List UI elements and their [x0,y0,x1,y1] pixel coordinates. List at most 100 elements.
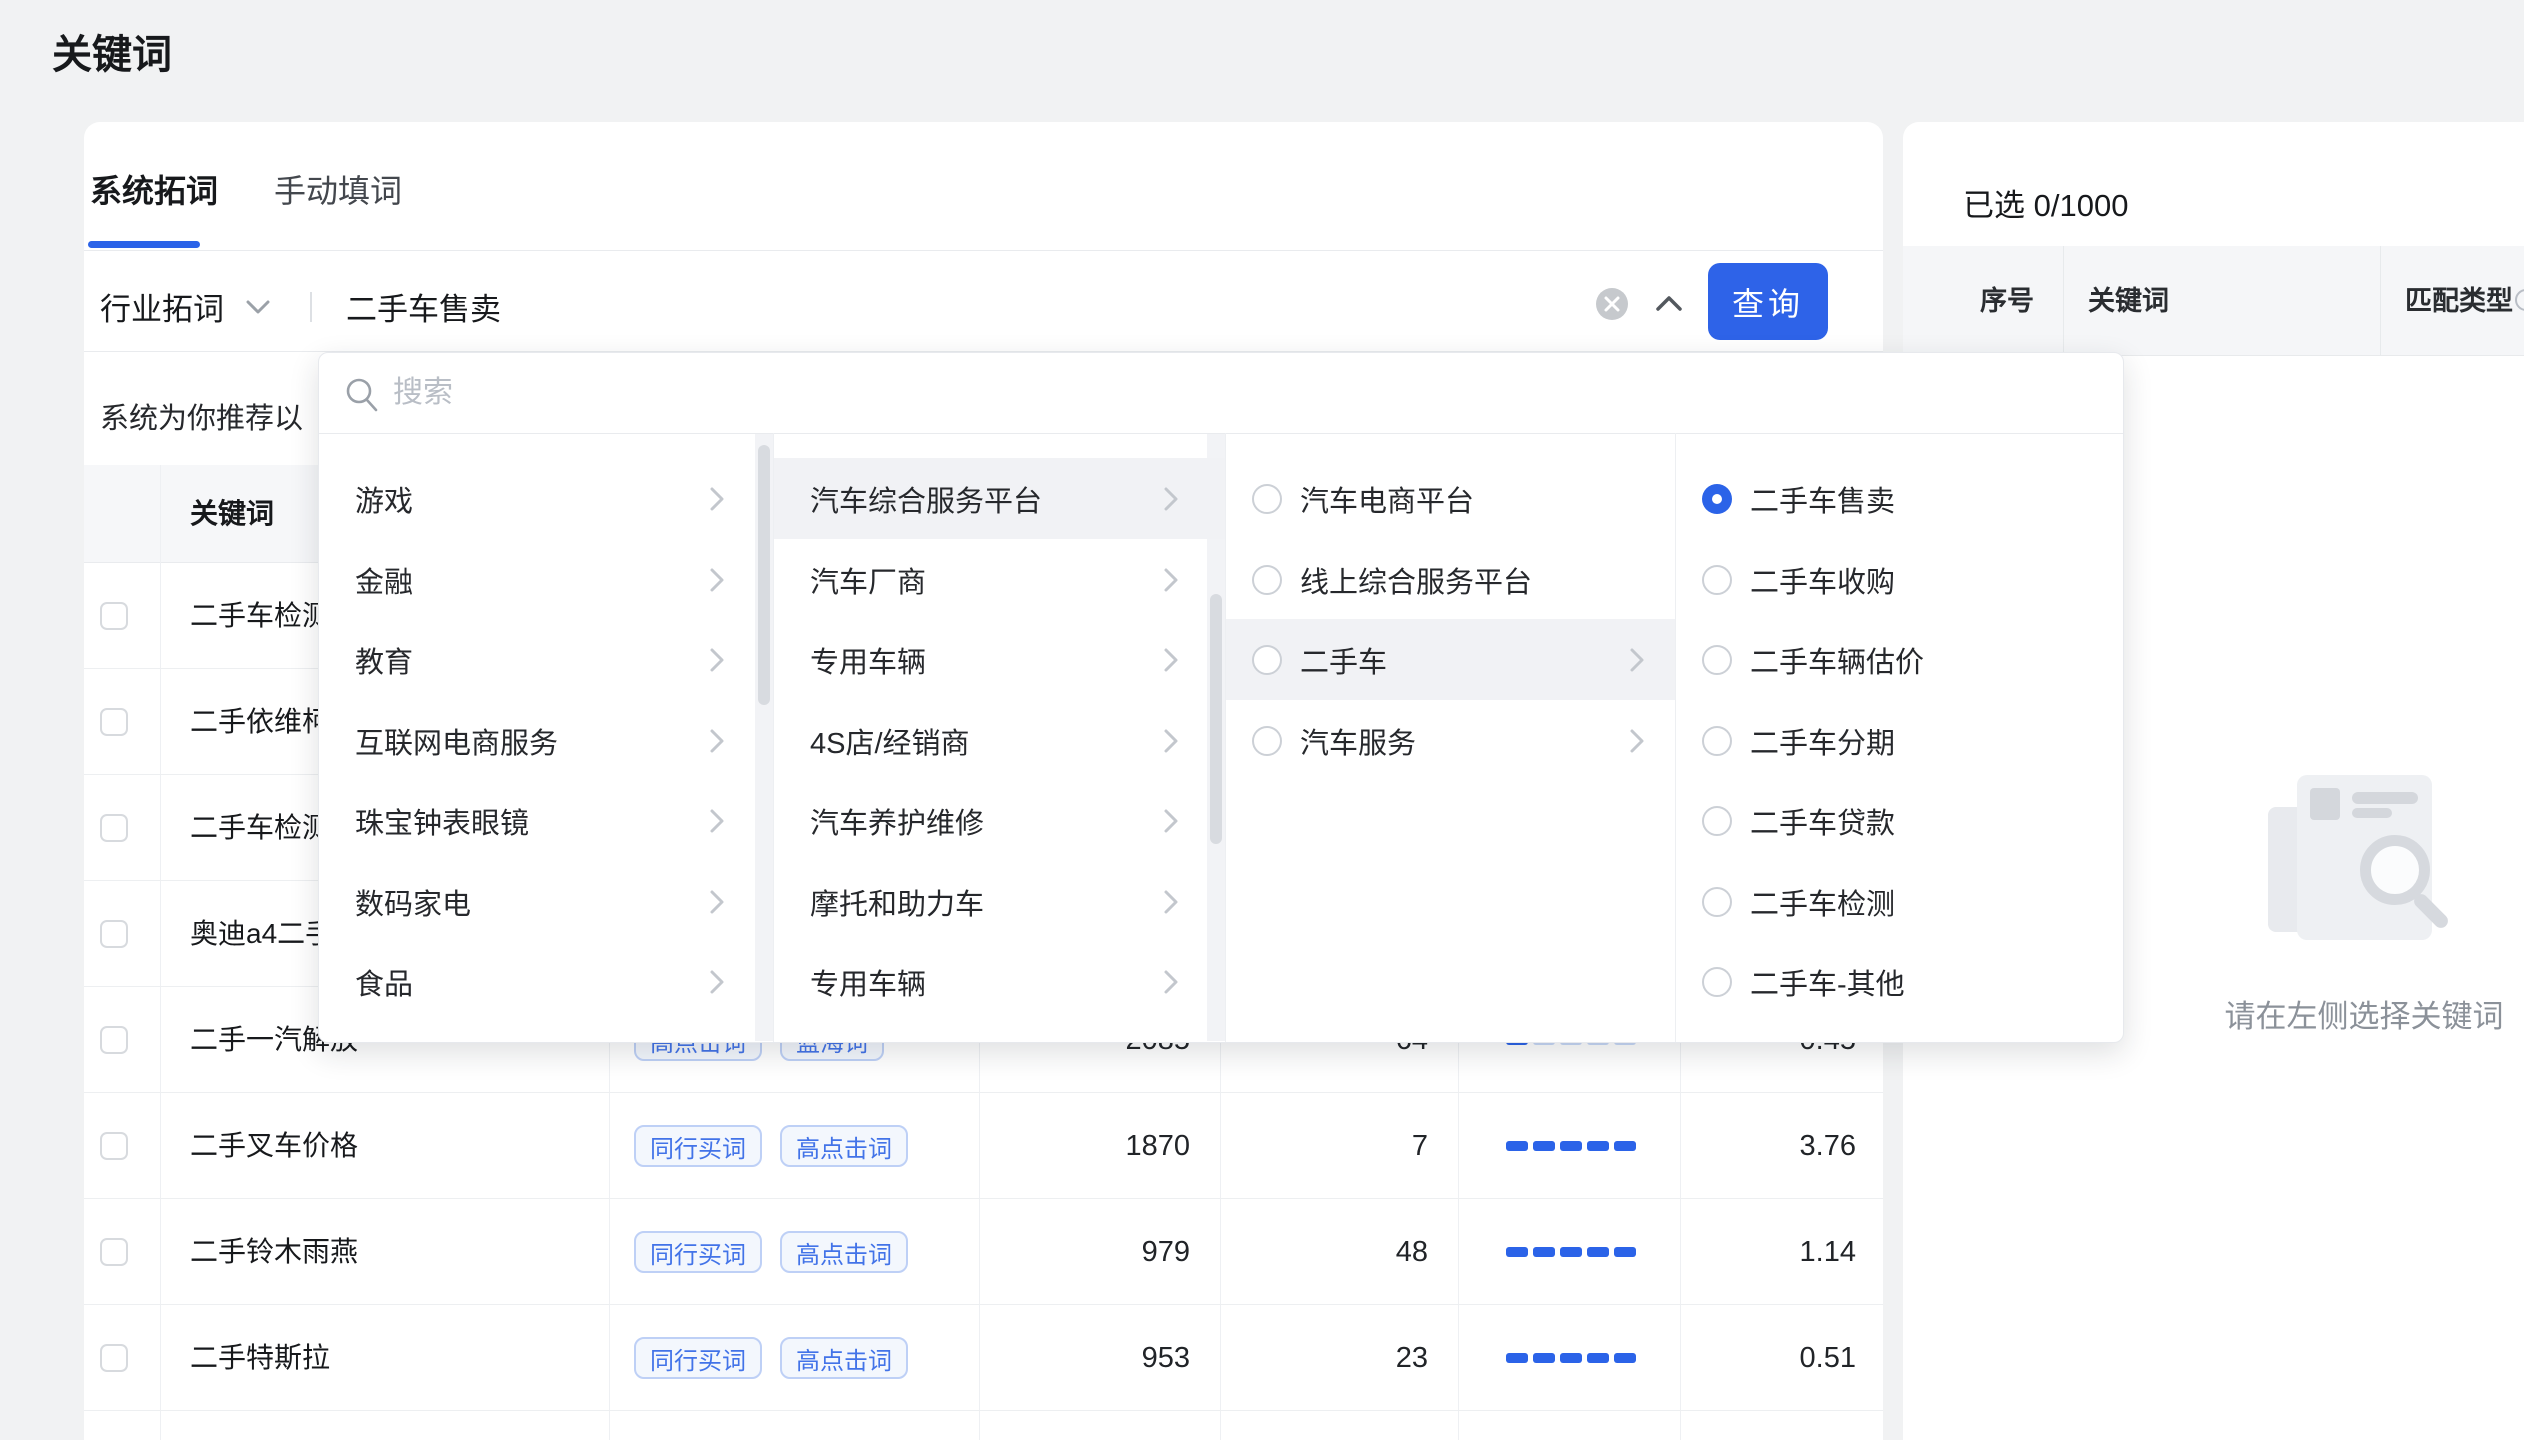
cascader-item-l4[interactable]: 二手车收购 [1676,539,2125,620]
num2-cell: 48 [1220,1199,1428,1305]
cascader-item-l3[interactable]: 汽车服务 [1226,700,1675,781]
item-label: 二手车检测 [1750,881,1895,923]
badge-cell: 同行买词 高点击词 [634,1093,908,1199]
cascader-item-l1[interactable]: 金融 [319,539,755,620]
table-row: 二手特斯拉 同行买词 高点击词 953 23 0.51 [84,1305,1883,1411]
chevron-right-icon [709,728,725,754]
chevron-right-icon [1163,486,1179,512]
cascader-item-l2[interactable]: 汽车厂商 [774,539,1225,620]
cascader-item-l3[interactable]: 汽车电商平台 [1226,458,1675,539]
cascader-item-l2[interactable]: 摩托和助力车 [774,861,1225,942]
strength-indicator [1506,1353,1636,1363]
column-header-keyword: 关键词 [190,465,274,563]
strength-dash [1614,1247,1636,1257]
search-separator [310,292,312,322]
badge: 高点击词 [780,1125,908,1167]
row-checkbox[interactable] [100,1238,128,1266]
chevron-right-icon [709,486,725,512]
strength-indicator [1506,1141,1636,1151]
row-checkbox[interactable] [100,602,128,630]
cascader-item-l1[interactable]: 食品 [319,941,755,1022]
row-checkbox[interactable] [100,920,128,948]
category-cascader-dropdown: 搜索 游戏 金融 教育 互联网电商服务 珠宝钟表眼镜 数码家电 食品 汽车综合服… [318,352,2124,1043]
search-input[interactable]: 二手车售卖 [346,284,501,329]
strength-dash [1533,1141,1555,1151]
item-label: 二手车贷款 [1750,800,1895,842]
item-label: 二手车 [1300,639,1387,681]
cascader-item-l3-active[interactable]: 二手车 [1226,619,1675,700]
cascader-item-l2[interactable]: 4S店/经销商 [774,700,1225,781]
collapse-panel-icon[interactable] [1654,294,1684,314]
cascader-item-l4[interactable]: 二手车辆估价 [1676,619,2125,700]
strength-dash [1587,1141,1609,1151]
cascader-item-l4[interactable]: 二手车检测 [1676,861,2125,942]
value-cell: 0.51 [1680,1305,1856,1411]
cascader-item-l4[interactable]: 二手车-其他 [1676,941,2125,1022]
radio-unchecked-icon[interactable] [1702,967,1732,997]
table-row-partial [84,1411,1883,1440]
keyword-cell: 二手叉车价格 [190,1093,358,1199]
item-label: 4S店/经销商 [774,720,970,762]
item-label: 游戏 [319,478,413,520]
cascader-item-l1[interactable]: 珠宝钟表眼镜 [319,780,755,861]
cascader-item-l4-selected[interactable]: 二手车售卖 [1676,458,2125,539]
radio-unchecked-icon[interactable] [1702,565,1732,595]
radio-unchecked-icon[interactable] [1702,726,1732,756]
row-checkbox[interactable] [100,1026,128,1054]
cascader-search-input[interactable]: 搜索 [393,353,453,433]
row-checkbox[interactable] [100,814,128,842]
row-checkbox[interactable] [100,708,128,736]
cascader-item-l1[interactable]: 互联网电商服务 [319,700,755,781]
item-label: 食品 [319,961,413,1003]
badge: 高点击词 [780,1231,908,1273]
category-select[interactable]: 行业拓词 [100,284,224,329]
radio-unchecked-icon[interactable] [1252,484,1282,514]
chevron-down-icon[interactable] [244,298,272,316]
cascader-item-l2[interactable]: 汽车养护维修 [774,780,1225,861]
cascader-item-l1[interactable]: 数码家电 [319,861,755,942]
radio-unchecked-icon[interactable] [1702,645,1732,675]
item-label: 摩托和助力车 [774,881,984,923]
keyword-cell: 二手车检测 [190,775,330,881]
item-label: 互联网电商服务 [319,720,558,762]
cascader-item-l1[interactable]: 游戏 [319,458,755,539]
tab-manual-fill[interactable]: 手动填词 [274,166,402,212]
num1-cell: 953 [979,1305,1190,1411]
radio-checked-icon[interactable] [1702,484,1732,514]
cascader-item-l4[interactable]: 二手车分期 [1676,700,2125,781]
doc-text-line [2352,808,2392,818]
table-row: 二手叉车价格 同行买词 高点击词 1870 7 3.76 [84,1093,1883,1199]
cascader-item-l2-active[interactable]: 汽车综合服务平台 [774,458,1225,539]
strength-dash [1560,1141,1582,1151]
tab-system-expand[interactable]: 系统拓词 [90,166,218,212]
row-checkbox[interactable] [100,1132,128,1160]
badge-cell: 同行买词 高点击词 [634,1305,908,1411]
strength-dash [1533,1247,1555,1257]
item-label: 金融 [319,559,413,601]
col-divider [2063,246,2064,356]
chevron-right-icon [1629,647,1645,673]
value-cell: 1.14 [1680,1199,1856,1305]
radio-unchecked-icon[interactable] [1702,806,1732,836]
row-checkbox[interactable] [100,1344,128,1372]
chevron-right-icon [1629,728,1645,754]
query-button[interactable]: 查询 [1708,263,1828,340]
item-label: 教育 [319,639,413,681]
radio-unchecked-icon[interactable] [1252,565,1282,595]
cascader-item-l4[interactable]: 二手车贷款 [1676,780,2125,861]
chevron-right-icon [1163,647,1179,673]
radio-unchecked-icon[interactable] [1702,887,1732,917]
scrollbar[interactable] [755,434,773,1041]
chevron-right-icon [1163,567,1179,593]
cascader-item-l2[interactable]: 专用车辆 [774,619,1225,700]
cascader-item-l1[interactable]: 教育 [319,619,755,700]
item-label: 汽车电商平台 [1300,478,1474,520]
cascader-item-l3[interactable]: 线上综合服务平台 [1226,539,1675,620]
radio-unchecked-icon[interactable] [1252,645,1282,675]
radio-unchecked-icon[interactable] [1252,726,1282,756]
cascader-item-l2[interactable]: 专用车辆 [774,941,1225,1022]
scrollbar-thumb[interactable] [758,445,770,705]
clear-input-icon[interactable] [1596,288,1628,320]
num2-cell: 23 [1220,1305,1428,1411]
item-label: 汽车养护维修 [774,800,984,842]
